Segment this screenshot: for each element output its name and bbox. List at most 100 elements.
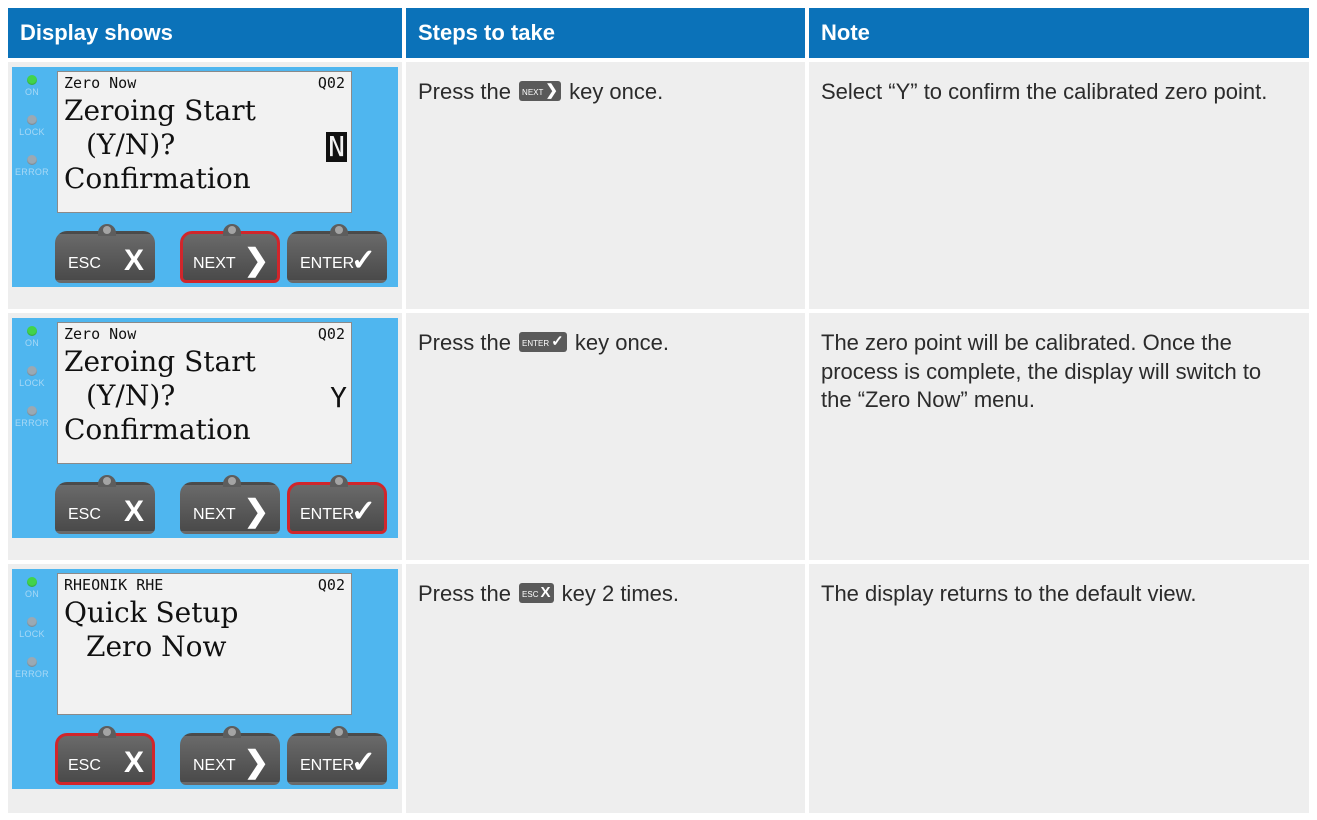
lcd-menu-code: Q02 (317, 74, 345, 92)
checkmark-icon: ✓ (350, 244, 376, 277)
next-key: NEXT ❯ (180, 726, 280, 785)
led-error-indicator-icon (27, 155, 37, 165)
step-text-before: Press the (418, 79, 518, 104)
key-nub-icon (223, 224, 241, 236)
led-lock-label: LOCK (19, 629, 45, 639)
led-error-indicator-icon (27, 657, 37, 667)
key-nub-icon (330, 726, 348, 738)
display-cell: ON LOCK ERROR Zero Now Q02 Zeroing Start… (8, 309, 406, 562)
lcd-line-3: Confirmation (64, 161, 251, 195)
led-on-indicator-icon (27, 75, 37, 85)
led-lock: LOCK (12, 115, 52, 155)
checkmark-icon: ✓ (350, 495, 376, 528)
instructions-table: Display shows Steps to take Note ON LOCK (8, 8, 1309, 813)
inline-key-icon: NEXT ❯ (519, 81, 561, 102)
lcd-menu-title: RHEONIK RHE (64, 576, 164, 594)
note-cell: The zero point will be calibrated. Once … (807, 309, 1309, 562)
key-nub-icon (223, 475, 241, 487)
enter-key: ENTER ✓ (287, 224, 387, 283)
led-on-label: ON (24, 87, 40, 97)
next-key: NEXT ❯ (180, 475, 280, 534)
header-display-shows: Display shows (8, 8, 406, 60)
next-key-highlighted: NEXT ❯ (180, 224, 280, 283)
note-cell: Select “Y” to confirm the calibrated zer… (807, 58, 1309, 311)
step-text-after: key 2 times. (555, 581, 679, 606)
key-nub-icon (98, 726, 116, 738)
lcd-line-3: Confirmation (64, 412, 251, 446)
led-on-label: ON (24, 338, 40, 348)
lcd-menu-title: Zero Now (64, 74, 137, 92)
lcd-line-2: (Y/N)? Y (58, 379, 351, 413)
header-steps-to-take: Steps to take (404, 8, 809, 60)
device-display-panel: ON LOCK ERROR Zero Now Q02 Zeroing Start… (12, 67, 398, 287)
lcd-menu-code: Q02 (317, 576, 345, 594)
led-on: ON (12, 75, 52, 115)
device-display-panel: ON LOCK ERROR RHEONIK RHE Q02 Quick Setu… (12, 569, 398, 789)
led-on-indicator-icon (27, 577, 37, 587)
esc-key-highlighted: ESC X (55, 726, 155, 785)
led-error-label: ERROR (14, 167, 49, 177)
inline-key-icon: ENTER ✓ (519, 332, 567, 353)
lcd-screen: RHEONIK RHE Q02 Quick Setup Zero Now (57, 573, 352, 715)
device-keys: ESC X NEXT ❯ ENTER ✓ (55, 726, 395, 787)
inline-key-label: ENTER (522, 339, 550, 349)
esc-key-label: ESC (68, 506, 101, 524)
key-nub-icon (330, 475, 348, 487)
lcd-choice: Y (330, 380, 347, 414)
inline-key-label: ESC (522, 590, 539, 600)
lcd-screen: Zero Now Q02 Zeroing Start (Y/N)? N Conf… (57, 71, 352, 213)
lcd-line-2: Zero Now (58, 630, 351, 664)
enter-key-label: ENTER (300, 506, 355, 524)
led-error-indicator-icon (27, 406, 37, 416)
step-text-after: key once. (562, 79, 664, 104)
led-error-label: ERROR (14, 669, 49, 679)
step-cell: Press the ESC X key 2 times. (404, 560, 809, 813)
lcd-screen: Zero Now Q02 Zeroing Start (Y/N)? Y Conf… (57, 322, 352, 464)
table-body: ON LOCK ERROR Zero Now Q02 Zeroing Start… (8, 58, 1309, 813)
inline-key-label: NEXT (522, 88, 544, 98)
key-nub-icon (330, 224, 348, 236)
inline-key-icon: ESC X (519, 583, 554, 604)
table-row-3: ON LOCK ERROR RHEONIK RHE Q02 Quick Setu… (8, 560, 1309, 813)
step-text-after: key once. (568, 330, 670, 355)
inline-key-symbol-icon: X (540, 584, 551, 602)
step-cell: Press the NEXT ❯ key once. (404, 58, 809, 311)
lcd-top-line: Zero Now Q02 (58, 72, 351, 94)
led-on: ON (12, 326, 52, 366)
led-lock-label: LOCK (19, 127, 45, 137)
close-x-icon: X (123, 244, 144, 277)
enter-key-highlighted: ENTER ✓ (287, 475, 387, 534)
close-x-icon: X (123, 495, 144, 528)
key-nub-icon (223, 726, 241, 738)
enter-key: ENTER ✓ (287, 726, 387, 785)
lcd-line-2: (Y/N)? N (58, 128, 351, 162)
device-keys: ESC X NEXT ❯ ENTER ✓ (55, 475, 395, 536)
led-lock-indicator-icon (27, 366, 37, 376)
header-note: Note (807, 8, 1309, 60)
led-lock: LOCK (12, 617, 52, 657)
key-nub-icon (98, 224, 116, 236)
status-leds: ON LOCK ERROR (12, 326, 52, 446)
led-lock-label: LOCK (19, 378, 45, 388)
chevron-right-icon: ❯ (243, 746, 269, 779)
esc-key-label: ESC (68, 255, 101, 273)
led-error: ERROR (12, 657, 52, 697)
inline-key-symbol-icon: ❯ (545, 82, 558, 100)
display-cell: ON LOCK ERROR Zero Now Q02 Zeroing Start… (8, 58, 406, 311)
chevron-right-icon: ❯ (243, 495, 269, 528)
lcd-line-1: Zeroing Start (64, 344, 256, 378)
lcd-menu-code: Q02 (317, 325, 345, 343)
status-leds: ON LOCK ERROR (12, 75, 52, 195)
checkmark-icon: ✓ (350, 746, 376, 779)
esc-key-label: ESC (68, 757, 101, 775)
led-error-label: ERROR (14, 418, 49, 428)
lcd-top-line: Zero Now Q02 (58, 323, 351, 345)
esc-key: ESC X (55, 475, 155, 534)
header-row: Display shows Steps to take Note (8, 8, 1309, 60)
led-lock: LOCK (12, 366, 52, 406)
led-lock-indicator-icon (27, 617, 37, 627)
led-lock-indicator-icon (27, 115, 37, 125)
enter-key-label: ENTER (300, 255, 355, 273)
led-on-label: ON (24, 589, 40, 599)
lcd-menu-title: Zero Now (64, 325, 137, 343)
